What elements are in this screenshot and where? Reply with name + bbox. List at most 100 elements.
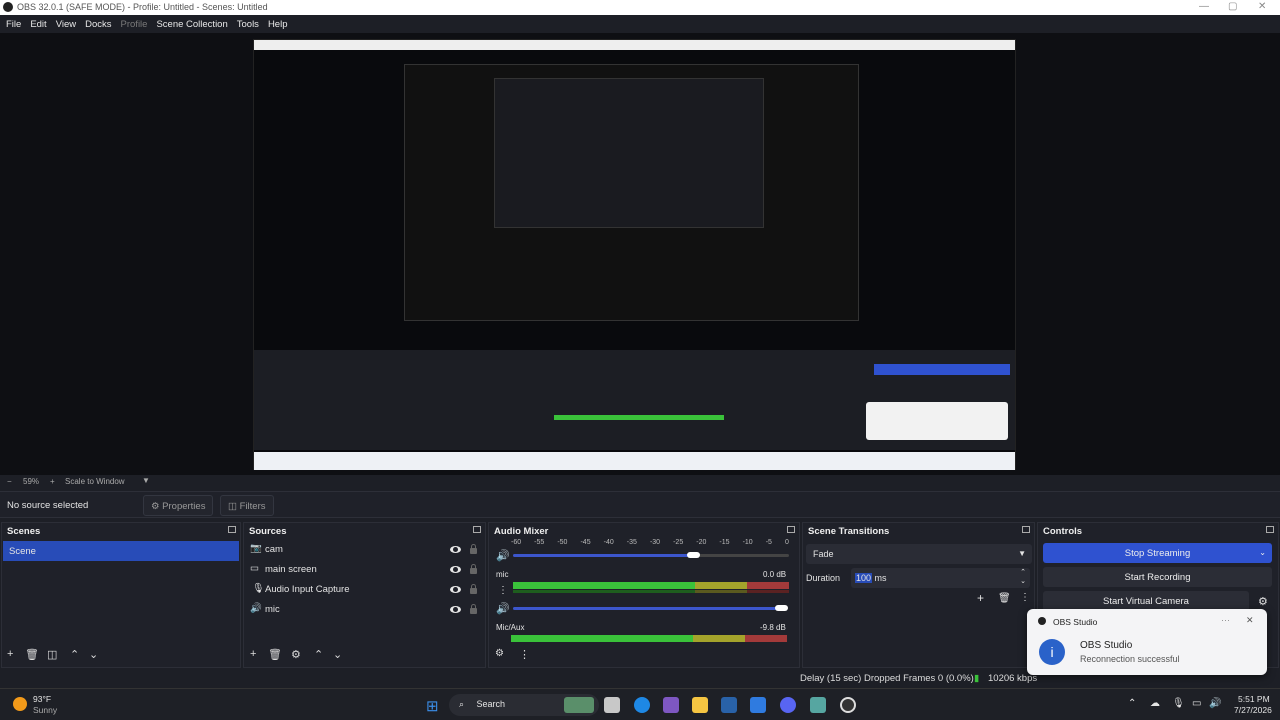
sources-dock: Sources 📷 cam ▭ main screen 🎙 Audio Inpu…	[243, 522, 486, 668]
menu-help[interactable]: Help	[268, 19, 288, 30]
toast-app-name: OBS Studio	[1053, 617, 1098, 627]
scene-item[interactable]: Scene	[3, 541, 239, 561]
network-icon[interactable]: ▭	[1192, 698, 1201, 709]
maximize-icon[interactable]: ▢	[1228, 1, 1237, 12]
file-explorer-icon[interactable]	[692, 697, 708, 713]
volume-icon[interactable]: 🔊	[1209, 698, 1221, 709]
zoom-in-button[interactable]: +	[50, 477, 55, 486]
gear-icon[interactable]: ⚙	[291, 648, 301, 661]
trash-icon[interactable]: 🗑	[998, 593, 1011, 604]
discord-icon[interactable]	[780, 697, 796, 713]
menu-edit[interactable]: Edit	[30, 19, 46, 30]
visibility-eye-icon[interactable]	[450, 586, 461, 593]
stop-streaming-label: Stop Streaming	[1124, 548, 1191, 559]
volume-knob[interactable]	[687, 552, 700, 558]
zoom-mode[interactable]: Scale to Window	[65, 477, 125, 486]
no-source-label: No source selected	[7, 500, 89, 511]
audio-mixer-title: Audio Mixer	[494, 526, 549, 537]
edge-icon[interactable]	[634, 697, 650, 713]
move-up-icon[interactable]: ⌃	[70, 648, 79, 661]
menu-tools[interactable]: Tools	[237, 19, 259, 30]
dock-float-icon[interactable]	[473, 526, 481, 533]
chevron-down-icon[interactable]: ⌄	[1259, 548, 1266, 557]
lock-icon[interactable]	[470, 584, 477, 594]
lock-icon[interactable]	[470, 604, 477, 614]
more-options-icon[interactable]: ⋮	[519, 648, 530, 661]
more-options-icon[interactable]: ⋮	[498, 585, 508, 596]
gear-icon[interactable]: ⚙	[495, 648, 504, 659]
lock-icon[interactable]	[470, 564, 477, 574]
source-label: cam	[265, 544, 283, 555]
transition-select[interactable]: Fade ▼	[806, 544, 1032, 564]
trash-icon[interactable]: 🗑	[268, 648, 282, 661]
menu-file[interactable]: File	[6, 19, 21, 30]
gear-icon: ⚙	[151, 501, 163, 512]
chevron-down-icon[interactable]: ▼	[142, 476, 150, 485]
trash-icon[interactable]: 🗑	[25, 648, 39, 661]
duration-input[interactable]: 100 ms ⌃ ⌄	[851, 568, 1030, 588]
add-icon[interactable]: +	[250, 648, 256, 660]
add-icon[interactable]: +	[977, 591, 984, 605]
meter-red-dim	[747, 590, 789, 593]
speaker-icon[interactable]: 🔊	[496, 549, 510, 562]
more-options-icon[interactable]: ···	[1221, 615, 1230, 625]
copilot-icon[interactable]	[663, 697, 679, 713]
zoom-out-button[interactable]: −	[7, 477, 12, 486]
move-down-icon[interactable]: ⌄	[333, 648, 342, 661]
weather-temp[interactable]: 93°F	[33, 694, 51, 704]
minimize-icon[interactable]: —	[1199, 1, 1209, 12]
cloud-icon[interactable]: ☁	[1150, 698, 1160, 709]
volume-slider-mic[interactable]	[513, 607, 779, 610]
widget-icon[interactable]	[564, 697, 594, 713]
volume-slider-top[interactable]	[513, 554, 693, 557]
move-up-icon[interactable]: ⌃	[314, 648, 323, 661]
chevron-up-icon[interactable]: ⌃	[1128, 698, 1136, 709]
dock-float-icon[interactable]	[1266, 526, 1274, 533]
microphone-icon[interactable]: 🎙	[1172, 698, 1185, 709]
search-icon: ⌕	[459, 699, 467, 709]
move-down-icon[interactable]: ⌄	[89, 648, 98, 661]
store-icon[interactable]	[721, 697, 737, 713]
close-icon[interactable]: ✕	[1246, 615, 1254, 626]
source-item-cam[interactable]: 📷 cam	[244, 539, 485, 559]
source-label: mic	[265, 604, 280, 615]
filter-icon[interactable]: ◫	[47, 648, 57, 661]
speaker-icon[interactable]: 🔊	[496, 602, 510, 615]
dock-float-icon[interactable]	[787, 526, 795, 533]
filters-button[interactable]: ◫ Filters	[220, 495, 274, 516]
source-item-audio-input[interactable]: 🎙 Audio Input Capture	[244, 579, 485, 599]
toast-notification[interactable]: OBS Studio ··· ✕ i OBS Studio Reconnecti…	[1027, 609, 1267, 675]
stepper-icon[interactable]: ⌃ ⌄	[1020, 568, 1026, 586]
outlook-icon[interactable]	[750, 697, 766, 713]
volume-knob[interactable]	[775, 605, 788, 611]
transition-selected: Fade	[813, 549, 834, 559]
dock-float-icon[interactable]	[228, 526, 236, 533]
source-item-mic[interactable]: 🔊 mic	[244, 599, 485, 619]
start-recording-button[interactable]: Start Recording	[1043, 567, 1272, 587]
weather-text[interactable]: Sunny	[33, 705, 57, 715]
gear-icon[interactable]: ⚙	[1258, 595, 1268, 608]
obs-icon[interactable]	[840, 697, 856, 713]
menu-profile[interactable]: Profile	[121, 19, 148, 30]
task-view-icon[interactable]	[604, 697, 620, 713]
add-icon[interactable]: +	[7, 648, 13, 660]
close-icon[interactable]: ✕	[1258, 1, 1266, 12]
lock-icon[interactable]	[470, 544, 477, 554]
clock-date[interactable]: 7/27/2026	[1234, 705, 1272, 715]
source-item-main-screen[interactable]: ▭ main screen	[244, 559, 485, 579]
start-virtual-camera-button[interactable]: Start Virtual Camera	[1043, 591, 1249, 611]
visibility-eye-icon[interactable]	[450, 546, 461, 553]
stop-streaming-button[interactable]: Stop Streaming ⌄	[1043, 543, 1272, 563]
properties-button[interactable]: ⚙ Properties	[143, 495, 214, 516]
visibility-eye-icon[interactable]	[450, 606, 461, 613]
menu-docks[interactable]: Docks	[85, 19, 111, 30]
more-options-icon[interactable]: ⋮	[1020, 592, 1030, 603]
app-icon[interactable]	[810, 697, 826, 713]
zoom-bar: − 59% + Scale to Window ▼	[0, 476, 1280, 488]
menu-scene-collection[interactable]: Scene Collection	[156, 19, 227, 30]
windows-start-icon[interactable]: ⊞	[426, 697, 439, 715]
dock-float-icon[interactable]	[1022, 526, 1030, 533]
visibility-eye-icon[interactable]	[450, 566, 461, 573]
clock-time[interactable]: 5:51 PM	[1238, 694, 1270, 704]
menu-view[interactable]: View	[56, 19, 76, 30]
